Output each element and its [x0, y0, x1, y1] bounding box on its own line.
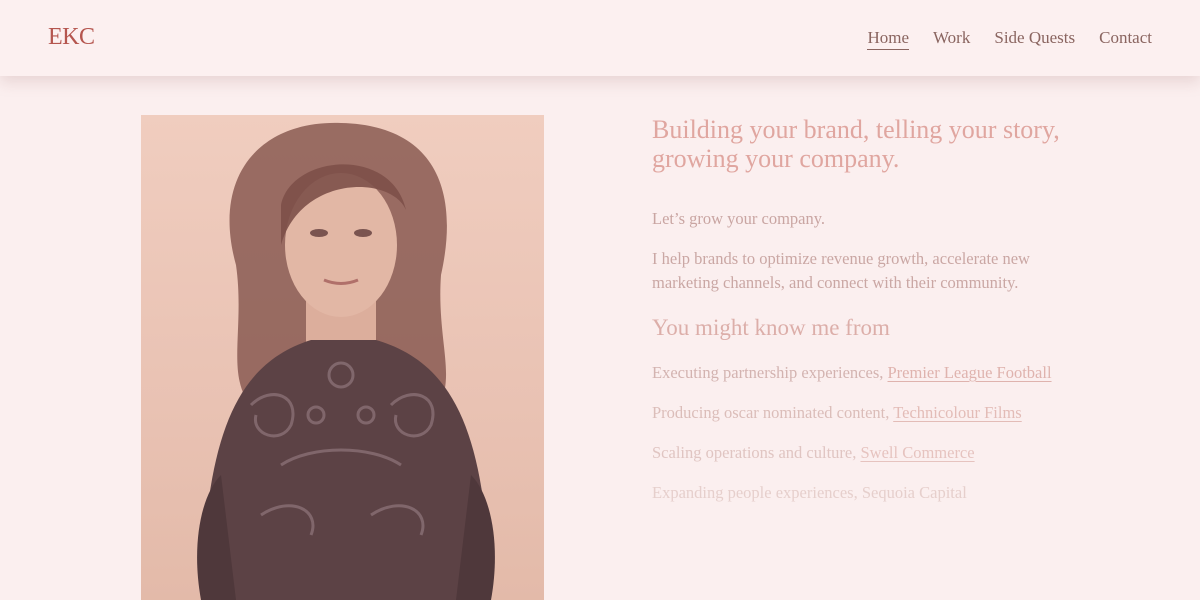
experience-text: Expanding people experiences, Sequoia Ca… [652, 483, 967, 502]
know-me-heading: You might know me from [652, 315, 890, 340]
main-nav: Home Work Side Quests Contact [867, 27, 1152, 50]
nav-work-link[interactable]: Work [933, 27, 970, 50]
swell-commerce-link[interactable]: Swell Commerce [860, 443, 974, 462]
experience-text: Scaling operations and culture, [652, 443, 861, 462]
technicolour-link[interactable]: Technicolour Films [893, 403, 1022, 422]
experience-item: Executing partnership experiences, Premi… [652, 361, 1062, 385]
experience-text: Executing partnership experiences, [652, 363, 888, 382]
nav-contact-link[interactable]: Contact [1099, 27, 1152, 50]
premier-league-link[interactable]: Premier League Football [888, 363, 1052, 382]
experience-item: Producing oscar nominated content, Techn… [652, 401, 1062, 425]
description-text: I help brands to optimize revenue growth… [652, 249, 1030, 292]
experience-item: Scaling operations and culture, Swell Co… [652, 441, 1062, 465]
intro-text: Let’s grow your company. [652, 209, 826, 228]
experience-text: Producing oscar nominated content, [652, 403, 894, 422]
logo-link[interactable]: EKC [48, 24, 95, 51]
site-header: EKC Home Work Side Quests Contact [0, 0, 1200, 76]
nav-home-link[interactable]: Home [867, 27, 909, 50]
experience-item: Expanding people experiences, Sequoia Ca… [652, 481, 1062, 505]
nav-side-quests-link[interactable]: Side Quests [994, 27, 1075, 50]
portrait-photo [141, 115, 544, 600]
intro-content: Building your brand, telling your story,… [652, 115, 1072, 505]
hero-headline: Building your brand, telling your story,… [652, 115, 1060, 173]
